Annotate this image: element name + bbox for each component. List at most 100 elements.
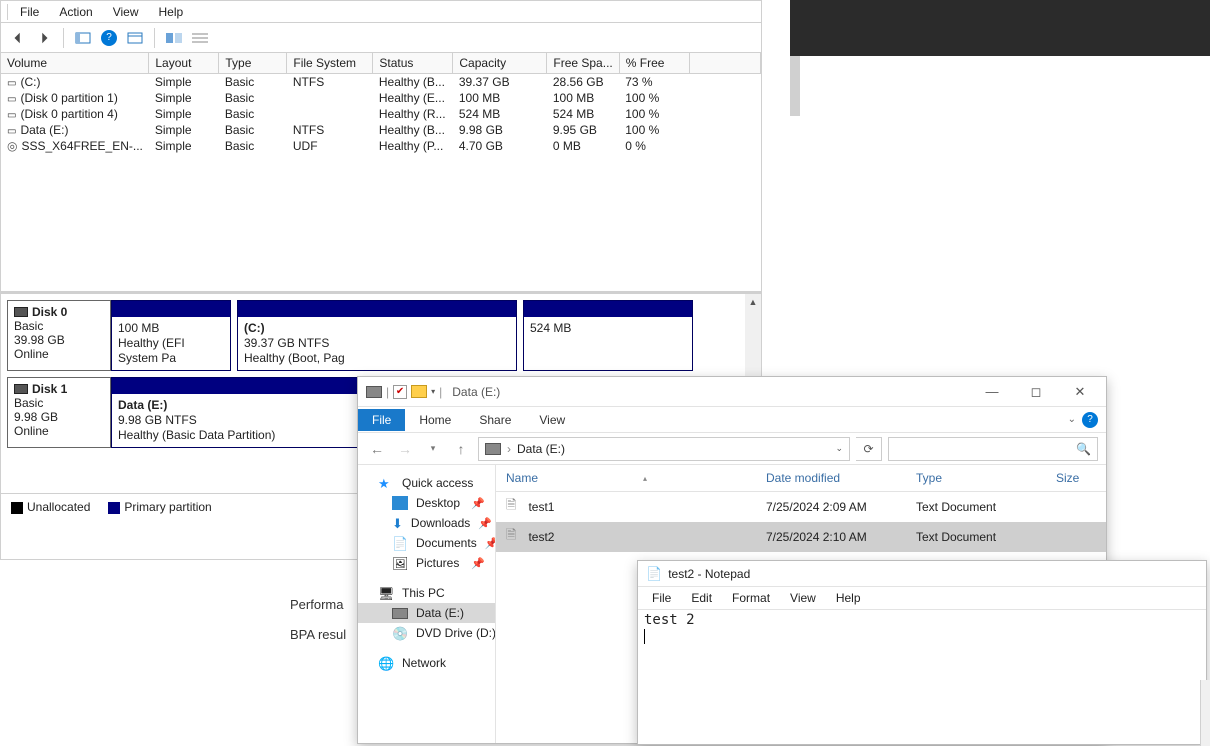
properties-qat-icon[interactable]: ✔ [393, 385, 407, 399]
address-dropdown-icon[interactable]: ⌄ [835, 443, 843, 454]
scroll-up-icon[interactable]: ▲ [745, 294, 761, 310]
window-controls: — ◻ ✕ [970, 378, 1102, 406]
nav-quick-item[interactable]: Desktop📌 [358, 493, 495, 513]
col-size[interactable]: Size [1046, 469, 1106, 487]
ic-cd-icon [392, 626, 408, 640]
under-bpa-label: BPA resul [290, 627, 346, 642]
dm-menu-help[interactable]: Help [149, 3, 194, 21]
file-list-header: Name▴ Date modified Type Size [496, 465, 1106, 492]
disk-label[interactable]: Disk 0Basic39.98 GBOnline [7, 300, 111, 371]
nav-quick-item[interactable]: Pictures📌 [358, 553, 495, 573]
nav-network[interactable]: Network [358, 653, 495, 673]
window-title: Data (E:) [452, 385, 500, 399]
volume-row[interactable]: ▭(Disk 0 partition 1)SimpleBasicHealthy … [1, 90, 761, 106]
help-icon[interactable]: ? [1082, 412, 1098, 428]
np-titlebar[interactable]: test2 - Notepad [638, 561, 1206, 587]
nav-forward-icon[interactable]: → [394, 438, 416, 460]
list-icon[interactable] [189, 27, 211, 49]
file-row[interactable]: test17/25/2024 2:09 AMText Document [496, 492, 1106, 522]
partition-box[interactable]: 100 MBHealthy (EFI System Pa [111, 300, 231, 371]
col-layout[interactable]: Layout [149, 53, 219, 74]
search-box[interactable]: 🔍 [888, 437, 1098, 461]
np-menu-edit[interactable]: Edit [681, 589, 722, 607]
col-date[interactable]: Date modified [756, 469, 906, 487]
np-menu-help[interactable]: Help [826, 589, 871, 607]
dm-menu-view[interactable]: View [103, 3, 149, 21]
np-menu-view[interactable]: View [780, 589, 826, 607]
search-icon[interactable]: 🔍 [1076, 442, 1091, 456]
np-menu-file[interactable]: File [642, 589, 681, 607]
col-freespace[interactable]: Free Spa... [547, 53, 619, 74]
nav-back-icon[interactable]: ← [366, 438, 388, 460]
address-drive-icon [485, 443, 501, 455]
file-row[interactable]: test27/25/2024 2:10 AMText Document [496, 522, 1106, 552]
breadcrumb-location[interactable]: Data (E:) [517, 442, 565, 456]
nav-quick-item[interactable]: Downloads📌 [358, 513, 495, 533]
nav-this-pc[interactable]: This PC [358, 583, 495, 603]
address-bar[interactable]: › Data (E:) ⌄ [478, 437, 850, 461]
nav-recent-dropdown-icon[interactable]: ▾ [422, 438, 444, 460]
back-icon[interactable] [7, 27, 29, 49]
background-titlebar [790, 0, 1210, 56]
ic-doc-icon [392, 536, 408, 550]
breadcrumb-separator-icon[interactable]: › [507, 442, 511, 456]
nav-quick-item[interactable]: Documents📌 [358, 533, 495, 553]
ic-desktop-icon [392, 496, 408, 510]
partition-color-bar [524, 301, 692, 317]
col-status[interactable]: Status [373, 53, 453, 74]
np-title: test2 - Notepad [668, 567, 750, 581]
right-edge-scrollbar[interactable] [1200, 680, 1210, 746]
col-capacity[interactable]: Capacity [453, 53, 547, 74]
tab-share[interactable]: Share [465, 409, 525, 431]
partition-box[interactable]: (C:)39.37 GB NTFSHealthy (Boot, Pag [237, 300, 517, 371]
volume-list[interactable]: Volume Layout Type File System Status Ca… [1, 53, 761, 293]
maximize-button[interactable]: ◻ [1014, 378, 1058, 406]
refresh-icon[interactable] [163, 27, 185, 49]
partition-color-bar [112, 301, 230, 317]
col-filesystem[interactable]: File System [287, 53, 373, 74]
tab-home[interactable]: Home [405, 409, 465, 431]
nav-quick-access[interactable]: Quick access [358, 473, 495, 493]
text-file-icon [506, 496, 522, 518]
col-type[interactable]: Type [219, 53, 287, 74]
col-volume[interactable]: Volume [1, 53, 149, 74]
np-text-area[interactable]: test 2 [638, 609, 1206, 744]
tab-file[interactable]: File [358, 409, 405, 431]
volume-row[interactable]: ▭(C:)SimpleBasicNTFSHealthy (B...39.37 G… [1, 74, 761, 91]
background-edge [790, 56, 800, 116]
nav-thispc-item[interactable]: Data (E:) [358, 603, 495, 623]
fe-titlebar[interactable]: | ✔ ▾ | Data (E:) — ◻ ✕ [358, 377, 1106, 407]
nav-thispc-item[interactable]: DVD Drive (D:) SSS_X6 [358, 623, 495, 643]
disk-icon: ▭ [7, 126, 16, 137]
nav-up-icon[interactable]: ↑ [450, 438, 472, 460]
ribbon-tabs: File Home Share View ⌄ ? [358, 407, 1106, 433]
volume-row[interactable]: ▭Data (E:)SimpleBasicNTFSHealthy (B...9.… [1, 122, 761, 138]
show-hide-console-icon[interactable] [72, 27, 94, 49]
help-icon[interactable]: ? [98, 27, 120, 49]
col-name[interactable]: Name▴ [496, 469, 756, 487]
qat-dropdown-icon[interactable]: ▾ [431, 387, 435, 396]
legend-unallocated: Unallocated [11, 500, 90, 514]
refresh-icon[interactable]: ⟳ [856, 437, 882, 461]
navigation-pane[interactable]: Quick access Desktop📌Downloads📌Documents… [358, 465, 496, 743]
drive-icon [366, 386, 382, 398]
col-extra[interactable] [689, 53, 760, 74]
dm-menu-file[interactable]: File [10, 3, 49, 21]
partition-box[interactable]: 524 MB [523, 300, 693, 371]
forward-icon[interactable] [33, 27, 55, 49]
dm-toolbar: ? [1, 23, 761, 53]
minimize-button[interactable]: — [970, 378, 1014, 406]
properties-icon[interactable] [124, 27, 146, 49]
np-menu-format[interactable]: Format [722, 589, 780, 607]
dm-menu-action[interactable]: Action [49, 3, 102, 21]
col-type[interactable]: Type [906, 469, 1046, 487]
volume-row[interactable]: ▭(Disk 0 partition 4)SimpleBasicHealthy … [1, 106, 761, 122]
tab-view[interactable]: View [525, 409, 579, 431]
close-button[interactable]: ✕ [1058, 378, 1102, 406]
new-folder-qat-icon[interactable] [411, 385, 427, 398]
expand-ribbon-icon[interactable]: ⌄ [1068, 414, 1076, 425]
volume-row[interactable]: SSS_X64FREE_EN-...SimpleBasicUDFHealthy … [1, 138, 761, 154]
quick-access-toolbar: | ✔ ▾ | [366, 385, 442, 399]
disk-label[interactable]: Disk 1Basic9.98 GBOnline [7, 377, 111, 448]
col-pctfree[interactable]: % Free [619, 53, 689, 74]
